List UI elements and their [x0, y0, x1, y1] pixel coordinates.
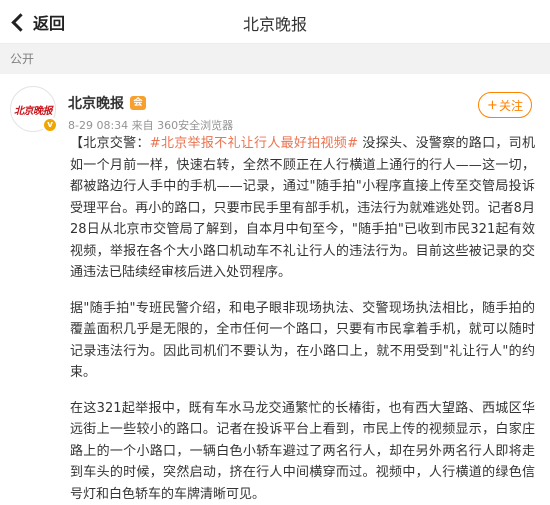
author-name[interactable]: 北京晚报 — [68, 93, 124, 113]
page-title: 北京晚报 — [0, 11, 550, 35]
post-meta: 8-29 08:34 来自 360安全浏览器 — [68, 117, 233, 133]
post-body: 【北京交警：#北京举报不礼让行人最好拍视频# 没探头、没警察的路口，司机如一个月… — [70, 133, 535, 505]
paragraph-2: 据"随手拍"专班民警介绍，和电子眼非现场执法、交警现场执法相比，随手拍的覆盖面积… — [70, 298, 535, 384]
plus-icon: + — [487, 98, 498, 113]
follow-label: 关注 — [499, 97, 523, 114]
author-row: 北京晚报 会 — [68, 93, 146, 113]
author-avatar[interactable]: 北京晚报 v — [10, 86, 56, 132]
visibility-label: 公开 — [0, 44, 550, 74]
member-badge-icon: 会 — [130, 96, 146, 110]
top-navigation-bar: 返回 北京晚报 — [0, 0, 550, 44]
paragraph-1: 【北京交警：#北京举报不礼让行人最好拍视频# 没探头、没警察的路口，司机如一个月… — [70, 133, 535, 284]
weibo-post-card: 北京晚报 v 北京晚报 会 8-29 08:34 来自 360安全浏览器 + 关… — [0, 74, 550, 463]
paragraph-3: 在这321起举报中，既有车水马龙交通繁忙的长椿街，也有西大望路、西城区华远街上一… — [70, 398, 535, 505]
follow-button[interactable]: + 关注 — [478, 92, 532, 118]
topic-link[interactable]: #北京举报不礼让行人最好拍视频# — [150, 136, 358, 151]
paragraph-1-text: 没探头、没警察的路口，司机如一个月前一样，快速右转，全然不顾正在人行横道上通行的… — [70, 136, 535, 280]
verified-icon: v — [42, 117, 58, 133]
brand-logo: 北京晚报 — [14, 102, 52, 117]
paragraph-1-prefix: 【北京交警： — [70, 136, 150, 151]
